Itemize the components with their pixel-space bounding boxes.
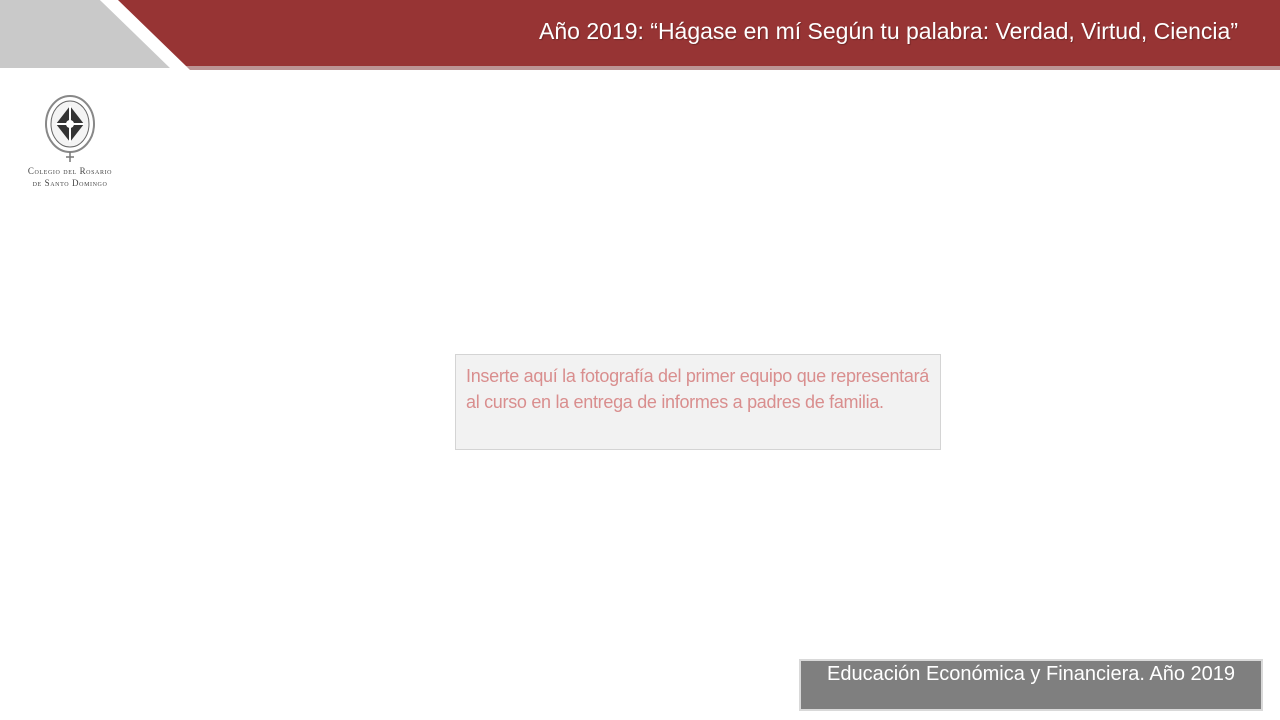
crest-icon: [45, 95, 95, 162]
photo-placeholder[interactable]: Inserte aquí la fotografía del primer eq…: [455, 354, 941, 450]
header-title: Año 2019: “Hágase en mí Según tu palabra…: [539, 18, 1238, 44]
footer-label: Educación Económica y Financiera. Año 20…: [799, 659, 1263, 711]
school-logo: Colegio del Rosario de Santo Domingo: [18, 92, 122, 192]
logo-line-2: de Santo Domingo: [32, 178, 108, 188]
logo-line-1: Colegio del Rosario: [27, 166, 113, 176]
header-banner: Año 2019: “Hágase en mí Según tu palabra…: [0, 0, 1280, 80]
